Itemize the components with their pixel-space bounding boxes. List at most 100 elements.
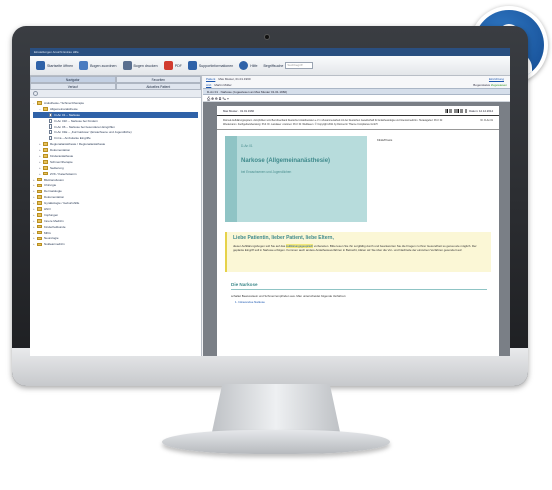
tree-item-label: Kinderanästhesie bbox=[50, 153, 74, 158]
section-divider bbox=[231, 289, 487, 290]
search-input[interactable]: Suchbegriff bbox=[285, 62, 314, 69]
folder-icon bbox=[37, 195, 42, 199]
navigator-tree: − Anästhesie / Schmerztherapie − Allgemeina… bbox=[30, 98, 201, 249]
monitor-stand bbox=[212, 384, 340, 432]
arzt-link[interactable]: Arzt bbox=[206, 83, 211, 87]
folder-icon bbox=[43, 148, 48, 152]
folder-icon bbox=[37, 207, 42, 211]
help-button[interactable]: Hilfe bbox=[239, 61, 257, 70]
document-page: Max Muster · 01.01.1960 Datum: 12.12.201… bbox=[217, 106, 499, 356]
folder-icon bbox=[43, 107, 48, 111]
section-text: schaltet Bewusstsein und Schmerzempfinde… bbox=[231, 294, 347, 298]
doc-header-patient: Max Muster · 01.01.1960 bbox=[223, 109, 255, 114]
tree-item-label: Nuklearmedizin bbox=[44, 242, 65, 247]
title-strip bbox=[225, 136, 237, 222]
document-panel: Patient Max Muster, 01.01.1960 Einrichtu… bbox=[203, 76, 510, 356]
folder-icon bbox=[43, 142, 48, 146]
tree-item-label: Gynäkologie / Geburtshilfe bbox=[44, 201, 80, 206]
folder-icon bbox=[43, 171, 48, 176]
status-value: Zugewiesen bbox=[490, 83, 507, 87]
document-icon bbox=[49, 130, 53, 135]
monitor-base bbox=[162, 430, 390, 454]
assign-icon bbox=[79, 61, 89, 70]
print-form-button[interactable]: Bogen drucken bbox=[122, 61, 158, 70]
patient-link[interactable]: Patient bbox=[206, 77, 215, 81]
tab-favoriten[interactable]: Favoriten bbox=[115, 76, 201, 83]
folder-icon bbox=[37, 224, 42, 229]
barcode-icon bbox=[445, 109, 468, 114]
document-icon bbox=[49, 136, 53, 141]
folder-icon bbox=[43, 165, 48, 170]
section-list-item[interactable]: 1. Intravenöse Narkose bbox=[235, 300, 265, 304]
assign-form-button[interactable]: Bogen zuordnen bbox=[79, 61, 117, 70]
folder-icon bbox=[37, 242, 42, 247]
folder-icon bbox=[37, 101, 42, 105]
document-icon bbox=[49, 112, 53, 117]
info-icon bbox=[187, 61, 197, 70]
document-viewer[interactable]: Max Muster · 01.01.1960 Datum: 12.12.201… bbox=[203, 102, 510, 356]
tree-item-label: Innere Medizin bbox=[44, 218, 64, 223]
clinic-label: Klinik/Praxis bbox=[377, 138, 393, 142]
intro-title: Liebe Patientin, lieber Patient, liebe E… bbox=[233, 235, 334, 241]
menubar[interactable]: Einstellungen Ansicht Extras Hilfe bbox=[30, 48, 510, 56]
einrichtung-link[interactable]: Einrichtung bbox=[489, 77, 504, 81]
folder-icon bbox=[43, 154, 48, 158]
help-icon bbox=[239, 61, 249, 70]
document-icon bbox=[49, 118, 53, 123]
folder-icon bbox=[37, 230, 42, 235]
app-window: Einstellungen Ansicht Extras Hilfe Start… bbox=[30, 48, 510, 356]
doc-meta-text: Diomed-Aufklärungssystem • Empfohlen vom… bbox=[223, 119, 443, 126]
folder-icon bbox=[37, 189, 42, 194]
tree-item-label: Bluttransfusion bbox=[44, 177, 64, 182]
print-icon bbox=[122, 61, 132, 70]
folder-icon bbox=[37, 213, 42, 217]
doc-header-date: Datum: 12.12.2014 bbox=[469, 109, 493, 113]
document-title-bar: D-An 01 · Narkose (zugewiesen an Max Mus… bbox=[203, 88, 510, 95]
tree-item-label: Anästhesie / Schmerztherapie bbox=[44, 100, 85, 105]
filter-icon[interactable] bbox=[33, 91, 38, 96]
intro-text: dieser Aufklärungsbogen soll Sie auf das… bbox=[233, 244, 477, 252]
status-label: Bogenstatus bbox=[473, 83, 490, 87]
arzt-value: Martin Müller bbox=[214, 83, 232, 87]
tab-aktueller-patient[interactable]: Aktuelles Patient bbox=[115, 83, 201, 90]
doc-title: Narkose (Allgemeinanästhesie) bbox=[241, 158, 331, 164]
tree-item-label: D-Ca – Ambulante Eingriffe bbox=[54, 136, 91, 141]
tree-item-label: ZVK / Katecholamin bbox=[50, 171, 77, 176]
tree-item-label: MKG bbox=[44, 230, 51, 235]
tab-navigator[interactable]: Navigator bbox=[30, 76, 116, 83]
section-title: Die Narkose bbox=[231, 282, 258, 287]
document-toolbar[interactable]: ⎙ ⊕ ⊖ ⊠ ✎ ▾ bbox=[203, 95, 510, 102]
tree-item-label: Neurologie bbox=[44, 236, 59, 241]
pdf-icon bbox=[163, 61, 173, 70]
tree-item-label: D-An 01K – Narkose bei Kindern bbox=[54, 118, 98, 123]
folder-icon bbox=[37, 236, 42, 241]
home-icon bbox=[36, 61, 45, 70]
doc-subtitle: bei Erwachsenen und Jugendlichen bbox=[241, 170, 292, 174]
start-page-button[interactable]: Startseite öffnen bbox=[36, 61, 73, 70]
navigator-panel: Navigator Favoriten Verlauf Aktuelles Pa… bbox=[30, 76, 202, 356]
camera-icon bbox=[264, 34, 270, 40]
tree-item-label: D-An 01E – „Kurznarkose“ (Erwachsene und… bbox=[54, 130, 132, 135]
pdf-button[interactable]: PDF bbox=[163, 61, 182, 70]
folder-icon bbox=[37, 177, 42, 182]
tree-item-label: Dokumentation bbox=[44, 195, 65, 200]
tree-item-label: Kinderheilkunde bbox=[44, 224, 66, 229]
tree-item-label: Schmerztherapie bbox=[50, 159, 73, 164]
tree-item-label: HNO bbox=[44, 206, 51, 211]
document-icon bbox=[49, 124, 53, 129]
folder-icon bbox=[43, 160, 48, 164]
tree-item[interactable]: + Nuklearmedizin bbox=[33, 241, 198, 247]
folder-icon bbox=[37, 218, 42, 223]
tab-verlauf[interactable]: Verlauf bbox=[30, 83, 116, 90]
tree-item-label: Chirurgie bbox=[44, 183, 57, 188]
folder-icon bbox=[37, 201, 42, 205]
support-info-button[interactable]: Supportinformationen bbox=[187, 61, 233, 70]
title-block bbox=[225, 136, 367, 222]
folder-icon bbox=[37, 183, 42, 188]
tree-item-label: D-An 06 – Narkose bei besonderen Eingrif… bbox=[54, 124, 115, 129]
intro-box: Liebe Patientin, lieber Patient, liebe E… bbox=[225, 232, 491, 272]
tree-item-label: Dermatologie bbox=[44, 189, 62, 194]
tree-item-label: D-An 01 – Narkose bbox=[54, 112, 80, 117]
search-group: Begriffsuche Suchbegriff bbox=[263, 62, 314, 69]
tree-item-label: Impfungen bbox=[44, 212, 59, 217]
